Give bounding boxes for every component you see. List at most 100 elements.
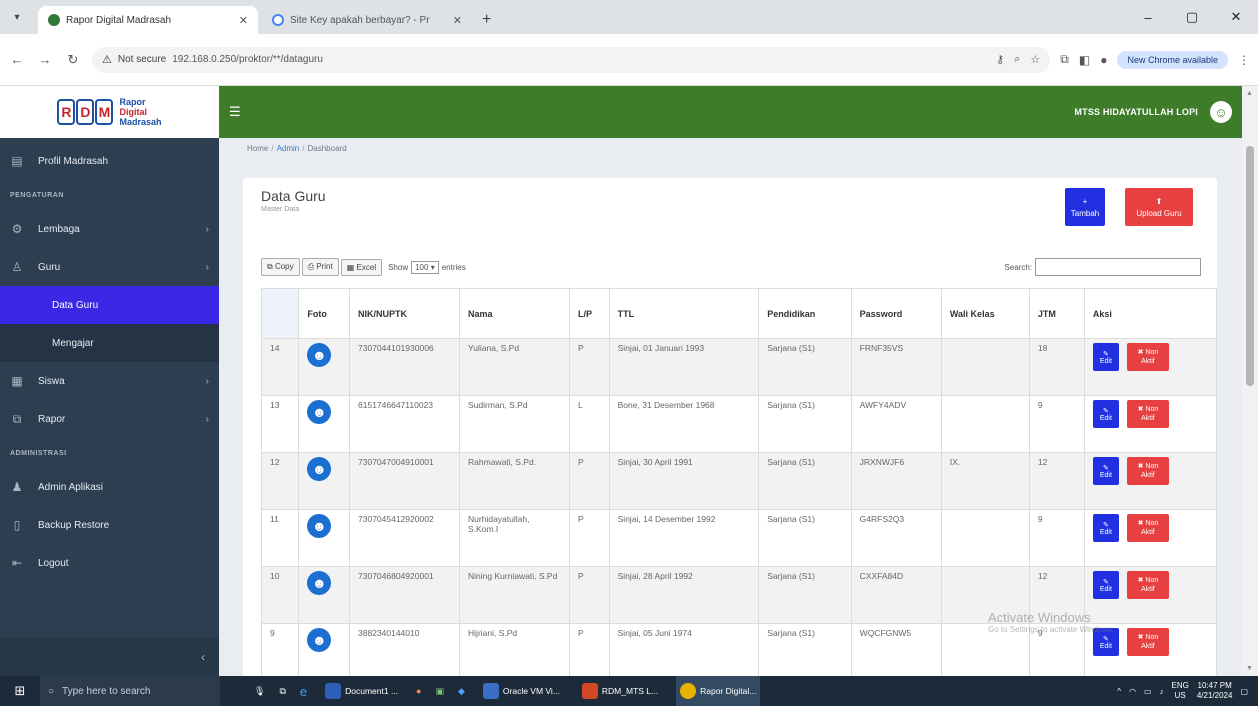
- non-aktif-button[interactable]: ✖ Non Aktif: [1126, 571, 1169, 599]
- sidebar-item-mengajar[interactable]: Mengajar: [0, 324, 219, 362]
- column-header-password[interactable]: Password: [850, 288, 942, 339]
- zoom-icon[interactable]: ⌕: [1014, 53, 1020, 66]
- minimize-icon[interactable]: –: [1126, 10, 1170, 25]
- user-icon: ♙: [11, 260, 23, 274]
- column-header-ttl[interactable]: TTL: [608, 288, 760, 339]
- close-window-icon[interactable]: ✕: [1214, 9, 1258, 25]
- tambah-label: Tambah: [1070, 208, 1100, 218]
- edit-button[interactable]: ✎ Edit: [1092, 343, 1119, 371]
- column-header-no[interactable]: [260, 288, 300, 339]
- copy-button[interactable]: ⧉ Copy: [261, 258, 300, 276]
- non-aktif-button[interactable]: ✖ Non Aktif: [1126, 400, 1169, 428]
- wifi-icon[interactable]: ◠: [1129, 687, 1136, 696]
- edit-button[interactable]: ✎ Edit: [1092, 514, 1119, 542]
- column-header-nik[interactable]: NIK/NUPTK: [349, 288, 461, 339]
- tab-rapor-digital[interactable]: Rapor Digital Madrasah ✕: [38, 6, 258, 34]
- edit-button[interactable]: ✎ Edit: [1092, 571, 1119, 599]
- column-header-lp[interactable]: L/P: [569, 288, 610, 339]
- non-label: Non: [1145, 577, 1159, 584]
- firefox-icon[interactable]: ●: [416, 686, 421, 696]
- chat-icon[interactable]: ◆: [458, 686, 465, 697]
- windows-taskbar: ⊞ ○ Type here to search 🎙 ⧉ e Document1 …: [0, 676, 1258, 706]
- sidebar-item-profil-madrasah[interactable]: ▤ Profil Madrasah: [0, 142, 219, 180]
- page-scrollbar[interactable]: ▲ ▼: [1242, 86, 1258, 676]
- sidebar-item-siswa[interactable]: ▦ Siswa ›: [0, 362, 219, 400]
- column-header-pendidikan[interactable]: Pendidikan: [758, 288, 852, 339]
- scrollbar-thumb[interactable]: [1246, 146, 1254, 386]
- scroll-down-icon[interactable]: ▼: [1246, 665, 1253, 672]
- maximize-icon[interactable]: ▢: [1170, 9, 1214, 25]
- edit-label: Edit: [1099, 414, 1112, 422]
- tab-site-key[interactable]: Site Key apakah berbayar? - Pr ✕: [262, 6, 472, 34]
- column-header-foto[interactable]: Foto: [298, 288, 351, 339]
- tambah-button[interactable]: + Tambah: [1065, 188, 1105, 226]
- language-indicator[interactable]: ENG US: [1172, 681, 1189, 701]
- hamburger-menu-icon[interactable]: ☰: [229, 104, 241, 120]
- volume-icon[interactable]: ♪: [1160, 687, 1164, 696]
- sidebar-item-backup-restore[interactable]: ▯ Backup Restore: [0, 506, 219, 544]
- taskbar-clock[interactable]: 10:47 PM 4/21/2024: [1197, 681, 1233, 701]
- back-icon[interactable]: ←: [8, 52, 26, 67]
- new-chrome-available-button[interactable]: New Chrome available: [1117, 50, 1228, 69]
- search-icon: ○: [48, 685, 55, 697]
- app-logo[interactable]: R D M Rapor Digital Madrasah: [0, 86, 219, 138]
- new-tab-button[interactable]: +: [472, 6, 501, 34]
- taskbar-app-word[interactable]: Document1 ...: [321, 676, 402, 706]
- breadcrumb-admin[interactable]: Admin: [277, 144, 300, 153]
- sidebar-item-lembaga[interactable]: ⚙ Lembaga ›: [0, 210, 219, 248]
- notification-icon[interactable]: ▢: [1240, 687, 1248, 696]
- non-aktif-button[interactable]: ✖ Non Aktif: [1126, 343, 1169, 371]
- battery-icon[interactable]: ▭: [1144, 687, 1152, 696]
- sidepanel-icon[interactable]: ◧: [1079, 53, 1090, 67]
- non-aktif-button[interactable]: ✖ Non Aktif: [1126, 628, 1169, 656]
- excel-button[interactable]: ▦ Excel: [340, 258, 383, 276]
- photos-icon[interactable]: ▣: [435, 686, 444, 697]
- extensions-icon[interactable]: ⧉: [1060, 52, 1069, 67]
- scroll-up-icon[interactable]: ▲: [1246, 90, 1253, 97]
- reload-icon[interactable]: ↻: [64, 52, 82, 68]
- security-label: Not secure: [117, 54, 167, 65]
- chrome-menu-icon[interactable]: ⋮: [1238, 53, 1250, 67]
- sidebar-item-admin-aplikasi[interactable]: ♟ Admin Aplikasi: [0, 468, 219, 506]
- sidebar-item-rapor[interactable]: ⧉ Rapor ›: [0, 400, 219, 438]
- tray-chevron-icon[interactable]: ^: [1117, 687, 1121, 696]
- address-bar[interactable]: ⚠ Not secure 192.168.0.250/proktor/**/da…: [92, 46, 1051, 73]
- taskbar-app-virtualbox[interactable]: Oracle VM Vi...: [479, 676, 564, 706]
- edit-button[interactable]: ✎ Edit: [1092, 457, 1119, 485]
- tab-search-icon[interactable]: ▾: [0, 0, 34, 34]
- bookmark-star-icon[interactable]: ☆: [1030, 53, 1040, 66]
- taskbar-app-rdm[interactable]: RDM_MTS L...: [578, 676, 662, 706]
- column-header-aksi[interactable]: Aksi: [1083, 288, 1218, 339]
- lang-label: ENG: [1171, 681, 1189, 690]
- print-button[interactable]: ⎙ Print: [301, 258, 339, 276]
- user-avatar-icon[interactable]: ☺: [1210, 101, 1232, 123]
- sidebar-item-guru[interactable]: ♙ Guru ›: [0, 248, 219, 286]
- profile-icon[interactable]: ●: [1100, 53, 1107, 67]
- forward-icon[interactable]: →: [36, 52, 54, 67]
- non-aktif-button[interactable]: ✖ Non Aktif: [1126, 514, 1169, 542]
- column-header-wali-kelas[interactable]: Wali Kelas: [940, 288, 1030, 339]
- sidebar-collapse-icon[interactable]: ‹: [0, 638, 219, 676]
- school-name[interactable]: MTSS HIDAYATULLAH LOPI: [1074, 107, 1198, 117]
- user-photo-icon: ☻: [307, 343, 332, 367]
- non-label: Non: [1145, 463, 1159, 470]
- search-input[interactable]: [1035, 258, 1201, 276]
- column-header-jtm[interactable]: JTM: [1028, 288, 1085, 339]
- windows-start-icon[interactable]: ⊞: [0, 683, 40, 699]
- taskbar-app-chrome[interactable]: Rapor Digital...: [676, 676, 761, 706]
- tab-close-icon[interactable]: ✕: [239, 14, 248, 27]
- microphone-icon[interactable]: 🎙: [254, 686, 265, 697]
- sidebar-item-logout[interactable]: ⇤ Logout: [0, 544, 219, 582]
- edit-button[interactable]: ✎ Edit: [1092, 400, 1119, 428]
- edge-icon[interactable]: e: [300, 684, 307, 699]
- password-key-icon[interactable]: ⚷: [996, 53, 1004, 66]
- upload-guru-button[interactable]: ⬆ Upload Guru: [1125, 188, 1193, 226]
- entries-select[interactable]: 100 ▾: [411, 260, 439, 274]
- task-view-icon[interactable]: ⧉: [279, 686, 285, 697]
- breadcrumb-home[interactable]: Home: [247, 144, 268, 153]
- non-aktif-button[interactable]: ✖ Non Aktif: [1126, 457, 1169, 485]
- tab-close-icon[interactable]: ✕: [453, 14, 462, 27]
- taskbar-search[interactable]: ○ Type here to search: [40, 676, 220, 706]
- column-header-nama[interactable]: Nama: [459, 288, 571, 339]
- sidebar-item-data-guru[interactable]: Data Guru: [0, 286, 219, 324]
